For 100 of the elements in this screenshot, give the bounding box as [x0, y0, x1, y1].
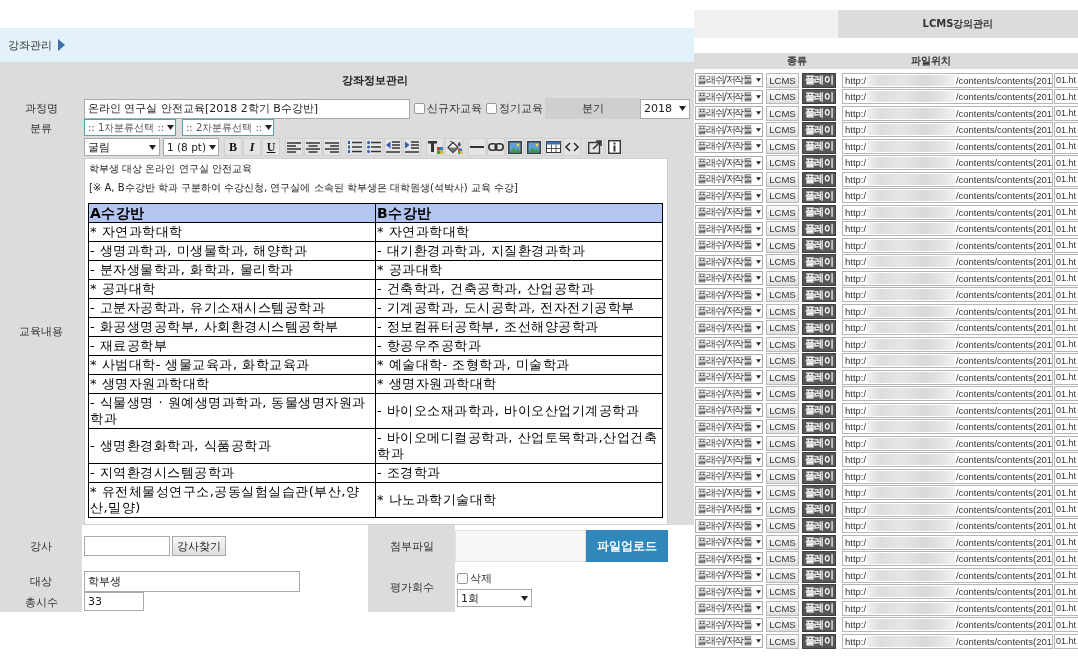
instructor-field[interactable] [84, 536, 170, 556]
evaluation-count-select[interactable]: 1회 [457, 589, 532, 607]
type-select[interactable]: 플래쉬/저작툴 [695, 617, 763, 632]
play-button[interactable]: 플레이 [802, 584, 836, 600]
type-select[interactable]: 플래쉬/저작툴 [695, 419, 763, 434]
font-select[interactable]: 굴림 [84, 138, 160, 156]
lcms-button[interactable]: LCMS [766, 237, 799, 253]
file-path-field[interactable]: http:/ /contents/contents(201 [842, 567, 1053, 583]
type-select[interactable]: 플래쉬/저작툴 [695, 551, 763, 566]
input-field[interactable]: 01.ht [1054, 518, 1078, 534]
play-button[interactable]: 플레이 [802, 435, 836, 451]
lcms-button[interactable]: LCMS [766, 122, 799, 138]
input-field[interactable]: 01.ht [1054, 336, 1078, 352]
category-select[interactable]: :: 2차분류선택 :: [182, 119, 274, 136]
play-button[interactable]: 플레이 [802, 567, 836, 583]
type-select[interactable]: 플래쉬/저작툴 [695, 634, 763, 649]
file-path-field[interactable]: http:/ /contents/contents(201 [842, 584, 1053, 600]
file-path-field[interactable]: http:/ /contents/contents(201 [842, 435, 1053, 451]
input-field[interactable]: 01.ht [1054, 138, 1078, 154]
type-select[interactable]: 플래쉬/저작툴 [695, 452, 763, 467]
type-select[interactable]: 플래쉬/저작툴 [695, 469, 763, 484]
lcms-button[interactable]: LCMS [766, 303, 799, 319]
type-select[interactable]: 플래쉬/저작툴 [695, 568, 763, 583]
play-button[interactable]: 플레이 [802, 155, 836, 171]
type-select[interactable]: 플래쉬/저작툴 [695, 535, 763, 550]
input-field[interactable]: 01.ht [1054, 204, 1078, 220]
play-button[interactable]: 플레이 [802, 221, 836, 237]
type-select[interactable]: 플래쉬/저작툴 [695, 320, 763, 335]
category-select[interactable]: :: 1차분류선택 :: [84, 119, 176, 136]
play-button[interactable]: 플레이 [802, 171, 836, 187]
type-select[interactable]: 플래쉬/저작툴 [695, 485, 763, 500]
checkbox[interactable] [486, 103, 497, 114]
play-button[interactable]: 플레이 [802, 485, 836, 501]
play-button[interactable]: 플레이 [802, 237, 836, 253]
image-button[interactable] [506, 138, 524, 156]
type-select[interactable]: 플래쉬/저작툴 [695, 518, 763, 533]
lcms-button[interactable]: LCMS [766, 369, 799, 385]
input-field[interactable]: 01.ht [1054, 567, 1078, 583]
input-field[interactable]: 01.ht [1054, 501, 1078, 517]
checkbox[interactable] [414, 103, 425, 114]
align-center-button[interactable] [304, 138, 322, 156]
file-path-field[interactable]: http:/ /contents/contents(201 [842, 270, 1053, 286]
input-field[interactable]: 01.ht [1054, 72, 1078, 88]
play-button[interactable]: 플레이 [802, 320, 836, 336]
play-button[interactable]: 플레이 [802, 254, 836, 270]
input-field[interactable]: 01.ht [1054, 600, 1078, 616]
source-button[interactable] [563, 138, 581, 156]
lcms-button[interactable]: LCMS [766, 435, 799, 451]
input-field[interactable]: 01.ht [1054, 303, 1078, 319]
horizontal-rule-button[interactable] [468, 138, 486, 156]
lcms-button[interactable]: LCMS [766, 72, 799, 88]
lcms-button[interactable]: LCMS [766, 204, 799, 220]
input-field[interactable]: 01.ht [1054, 468, 1078, 484]
input-field[interactable]: 01.ht [1054, 287, 1078, 303]
target-field[interactable]: 학부생 [84, 571, 300, 592]
file-path-field[interactable]: http:/ /contents/contents(201 [842, 221, 1053, 237]
type-select[interactable]: 플래쉬/저작툴 [695, 436, 763, 451]
outdent-button[interactable] [384, 138, 402, 156]
file-path-field[interactable]: http:/ /contents/contents(201 [842, 551, 1053, 567]
type-select[interactable]: 플래쉬/저작툴 [695, 601, 763, 616]
input-field[interactable]: 01.ht [1054, 171, 1078, 187]
lcms-button[interactable]: LCMS [766, 254, 799, 270]
file-path-field[interactable]: http:/ /contents/contents(201 [842, 402, 1053, 418]
type-select[interactable]: 플래쉬/저작툴 [695, 172, 763, 187]
lcms-button[interactable]: LCMS [766, 221, 799, 237]
input-field[interactable]: 01.ht [1054, 551, 1078, 567]
file-path-field[interactable]: http:/ /contents/contents(201 [842, 171, 1053, 187]
lcms-button[interactable]: LCMS [766, 402, 799, 418]
input-field[interactable]: 01.ht [1054, 617, 1078, 633]
type-select[interactable]: 플래쉬/저작툴 [695, 337, 763, 352]
editor-field[interactable] [84, 158, 668, 525]
font-size-select[interactable]: 1 (8 pt) [163, 138, 219, 156]
file-path-field[interactable]: http:/ /contents/contents(201 [842, 204, 1053, 220]
play-button[interactable]: 플레이 [802, 303, 836, 319]
file-path-field[interactable]: http:/ /contents/contents(201 [842, 336, 1053, 352]
course-name-field[interactable]: 온라인 연구실 안전교육[2018 2학기 B수강반] [84, 98, 410, 119]
find-instructor-button[interactable]: 강사찾기 [172, 536, 226, 556]
lcms-button[interactable]: LCMS [766, 188, 799, 204]
type-select[interactable]: 플래쉬/저작툴 [695, 386, 763, 401]
file-path-field[interactable]: http:/ /contents/contents(201 [842, 501, 1053, 517]
play-button[interactable]: 플레이 [802, 105, 836, 121]
lcms-button[interactable]: LCMS [766, 336, 799, 352]
type-select[interactable]: 플래쉬/저작툴 [695, 353, 763, 368]
play-button[interactable]: 플레이 [802, 336, 836, 352]
underline-button[interactable]: U [262, 138, 280, 156]
type-select[interactable]: 플래쉬/저작툴 [695, 73, 763, 88]
play-button[interactable]: 플레이 [802, 138, 836, 154]
lcms-button[interactable]: LCMS [766, 138, 799, 154]
file-path-field[interactable]: http:/ /contents/contents(201 [842, 138, 1053, 154]
play-button[interactable]: 플레이 [802, 402, 836, 418]
play-button[interactable]: 플레이 [802, 633, 836, 649]
file-path-field[interactable]: http:/ /contents/contents(201 [842, 122, 1053, 138]
input-field[interactable]: 01.ht [1054, 270, 1078, 286]
file-path-field[interactable]: http:/ /contents/contents(201 [842, 419, 1053, 435]
type-select[interactable]: 플래쉬/저작툴 [695, 502, 763, 517]
input-field[interactable]: 01.ht [1054, 89, 1078, 105]
input-field[interactable]: 01.ht [1054, 254, 1078, 270]
lcms-button[interactable]: LCMS [766, 320, 799, 336]
input-field[interactable]: 01.ht [1054, 386, 1078, 402]
file-path-field[interactable]: http:/ /contents/contents(201 [842, 617, 1053, 633]
